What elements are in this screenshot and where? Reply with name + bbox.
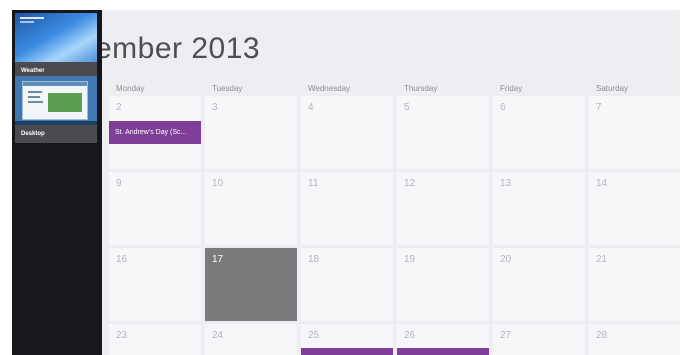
day-cell[interactable]: 24 — [205, 324, 297, 355]
weather-preview — [15, 13, 97, 62]
day-name-monday: Monday — [116, 84, 145, 93]
day-cell[interactable]: 6 — [493, 96, 585, 169]
day-cell[interactable]: 12 — [397, 172, 489, 245]
day-number: 12 — [404, 178, 416, 189]
day-cell[interactable]: 20 — [493, 248, 585, 321]
day-number: 25 — [308, 330, 320, 341]
day-number: 24 — [212, 330, 224, 341]
day-number: 26 — [404, 330, 416, 341]
day-number: 19 — [404, 254, 416, 265]
day-number: 18 — [308, 254, 320, 265]
day-name-saturday: Saturday — [596, 84, 629, 93]
day-cell[interactable]: 11 — [301, 172, 393, 245]
calendar-event[interactable]: St. Andrew's Day (Sc... — [109, 121, 201, 144]
day-cell[interactable]: 4 — [301, 96, 393, 169]
day-name-wednesday: Wednesday — [308, 84, 351, 93]
day-number: 7 — [596, 102, 602, 113]
day-cell[interactable]: 10 — [205, 172, 297, 245]
day-number: 11 — [308, 178, 319, 189]
day-cell[interactable]: 3 — [205, 96, 297, 169]
day-cell[interactable]: 21 — [589, 248, 680, 321]
calendar-app: Weather Desktop ember 2013 Monday Tuesda… — [12, 10, 680, 355]
day-number: 2 — [116, 102, 122, 113]
day-number: 5 — [404, 102, 410, 113]
app-switcher: Weather Desktop — [12, 10, 102, 355]
day-cell[interactable]: 13 — [493, 172, 585, 245]
day-cell[interactable]: 14 — [589, 172, 680, 245]
day-cell[interactable]: 16 — [109, 248, 201, 321]
day-cell-today[interactable]: 17 — [205, 248, 297, 321]
day-cell[interactable]: 7 — [589, 96, 680, 169]
day-number: 21 — [596, 254, 608, 265]
day-number: 20 — [500, 254, 512, 265]
day-name-tuesday: Tuesday — [212, 84, 243, 93]
calendar-event[interactable] — [301, 348, 393, 355]
desktop-app-label: Desktop — [15, 125, 97, 143]
day-cell[interactable]: 9 — [109, 172, 201, 245]
day-number: 27 — [500, 330, 512, 341]
day-number: 28 — [596, 330, 608, 341]
day-number: 6 — [500, 102, 506, 113]
month-title: ember 2013 — [95, 32, 261, 65]
day-number: 23 — [116, 330, 128, 341]
day-number: 4 — [308, 102, 314, 113]
day-number: 16 — [116, 254, 128, 265]
desktop-preview — [15, 76, 97, 125]
day-number: 17 — [212, 254, 224, 265]
day-number: 3 — [212, 102, 218, 113]
day-cell[interactable]: 18 — [301, 248, 393, 321]
day-number: 9 — [116, 178, 122, 189]
day-cell[interactable]: 19 — [397, 248, 489, 321]
day-cell[interactable]: 23 — [109, 324, 201, 355]
day-cell[interactable]: 28 — [589, 324, 680, 355]
day-number: 10 — [212, 178, 224, 189]
calendar-event[interactable] — [397, 348, 489, 355]
day-name-thursday: Thursday — [404, 84, 438, 93]
day-number: 14 — [596, 178, 608, 189]
day-cell[interactable]: 5 — [397, 96, 489, 169]
day-cell[interactable]: 27 — [493, 324, 585, 355]
day-number: 13 — [500, 178, 512, 189]
day-name-friday: Friday — [500, 84, 523, 93]
